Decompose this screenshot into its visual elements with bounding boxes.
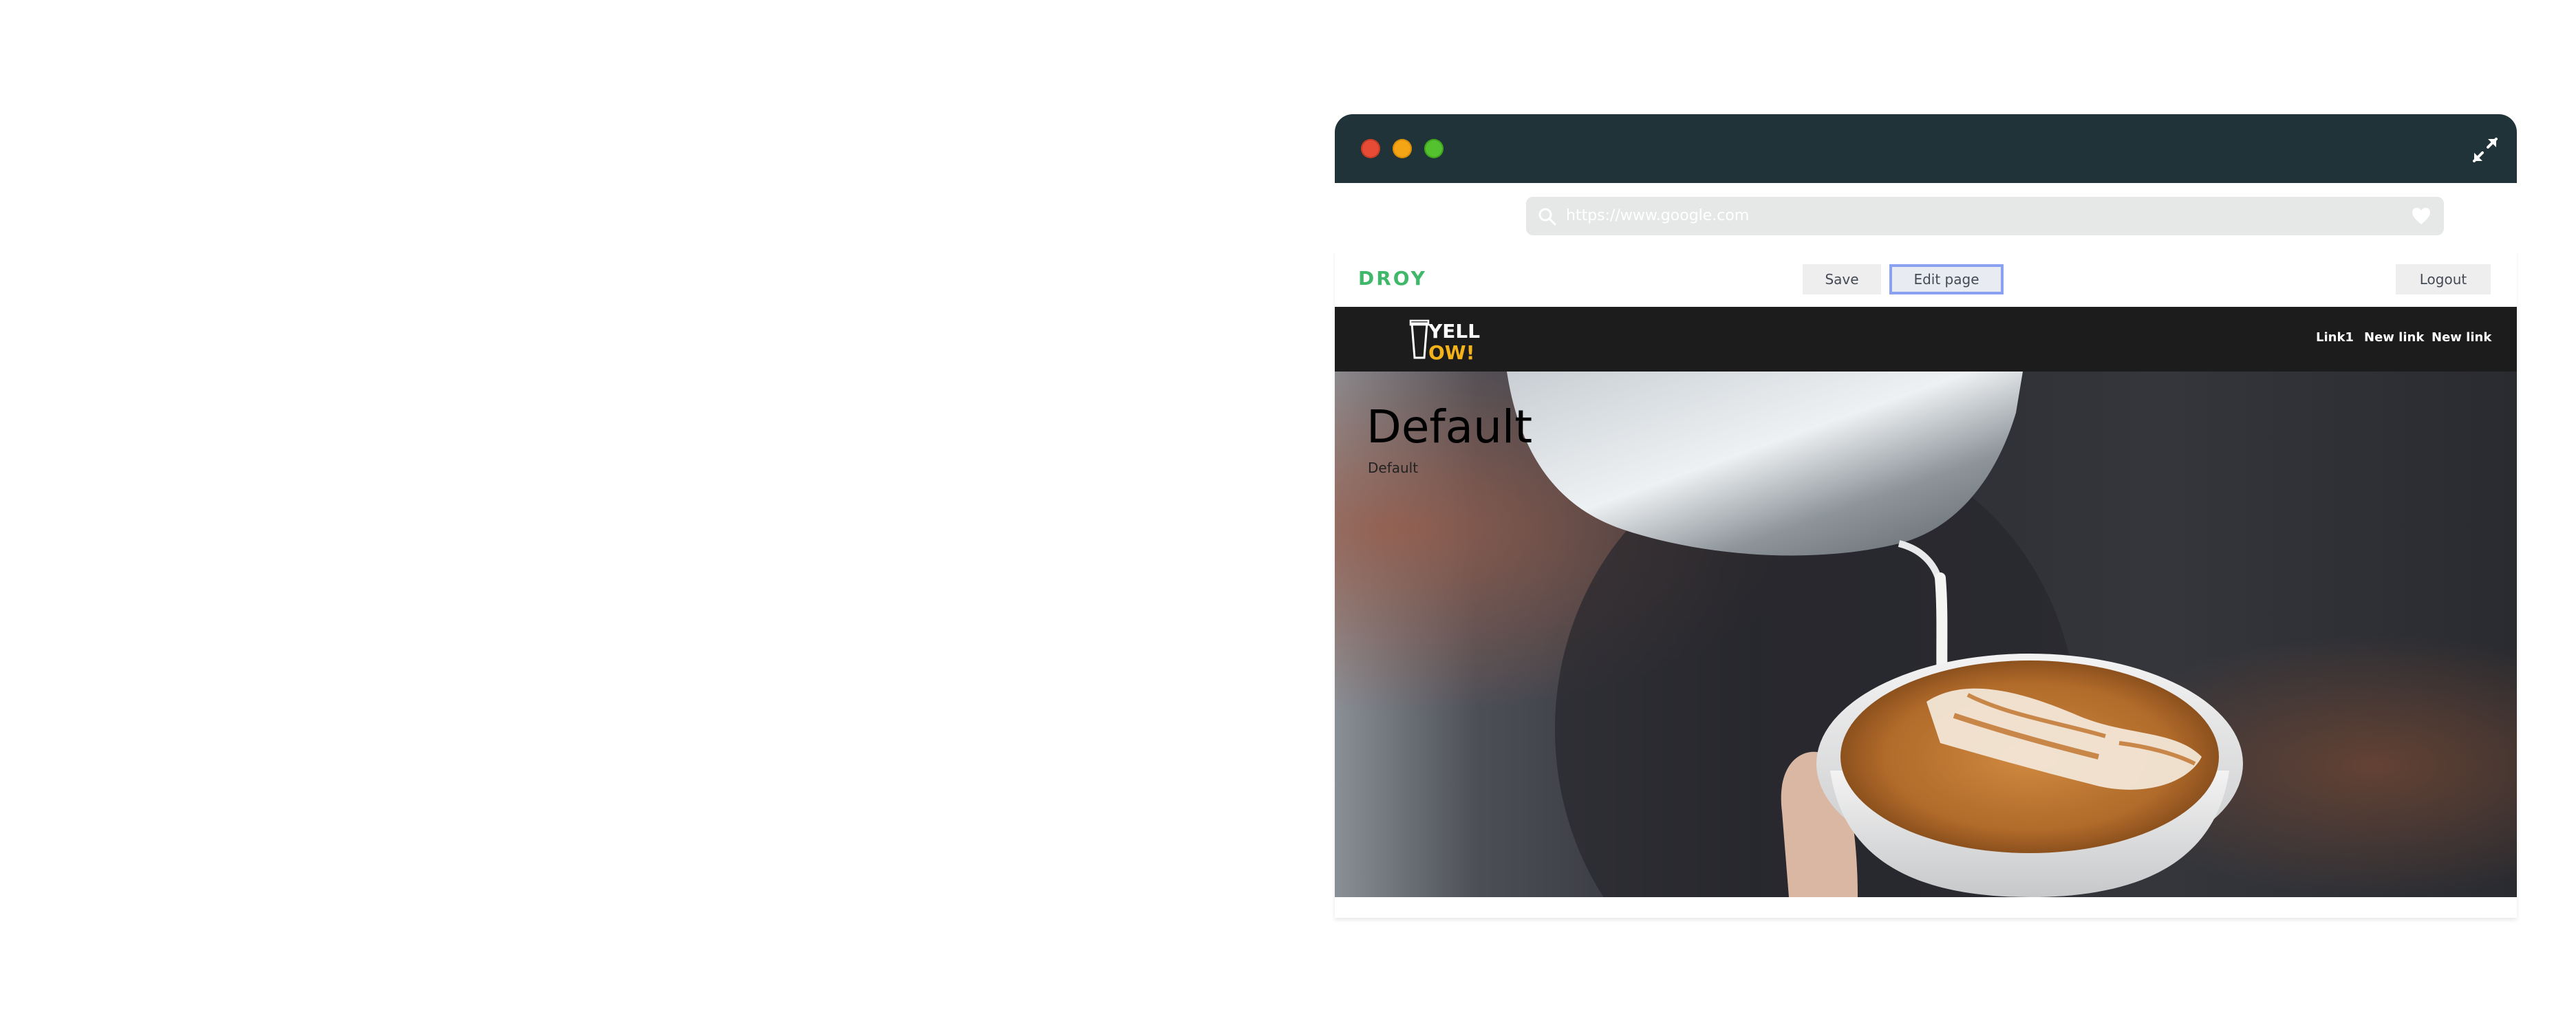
expand-icon[interactable] xyxy=(2471,136,2499,164)
close-window-button[interactable] xyxy=(1361,139,1380,158)
heart-icon[interactable] xyxy=(2411,206,2432,226)
logo-text-line1: YELL xyxy=(1428,320,1480,343)
edit-page-button[interactable]: Edit page xyxy=(1889,264,2004,294)
title-bar xyxy=(1335,114,2517,183)
site-preview: YELL OW! Link1 New link New link Default… xyxy=(1335,307,2517,918)
hero-subtitle: Default xyxy=(1368,460,1419,476)
nav-link-3[interactable]: New link xyxy=(2432,330,2491,345)
nav-link-1[interactable]: Link1 xyxy=(2316,330,2354,345)
brand-logo: DROY xyxy=(1358,267,1427,290)
logout-button[interactable]: Logout xyxy=(2396,264,2491,294)
url-input[interactable]: https://www.google.com xyxy=(1566,197,1749,235)
footer-strip xyxy=(1335,897,2517,918)
maximize-window-button[interactable] xyxy=(1424,139,1443,158)
nav-link-2[interactable]: New link xyxy=(2364,330,2424,345)
site-navbar: YELL OW! Link1 New link New link xyxy=(1335,307,2517,372)
minimize-window-button[interactable] xyxy=(1393,139,1412,158)
logo-text-line2: OW! xyxy=(1428,341,1474,362)
site-logo[interactable]: YELL OW! xyxy=(1409,316,1485,362)
address-bar[interactable]: https://www.google.com xyxy=(1526,197,2444,235)
save-button[interactable]: Save xyxy=(1803,264,1881,294)
hero-title: Default xyxy=(1366,400,1533,453)
hero-section: Default Default xyxy=(1335,372,2517,897)
editor-toolbar: DROY Save Edit page Logout xyxy=(1335,252,2517,307)
search-icon xyxy=(1538,208,1556,226)
browser-window: https://www.google.com DROY Save Edit pa… xyxy=(1335,114,2517,918)
